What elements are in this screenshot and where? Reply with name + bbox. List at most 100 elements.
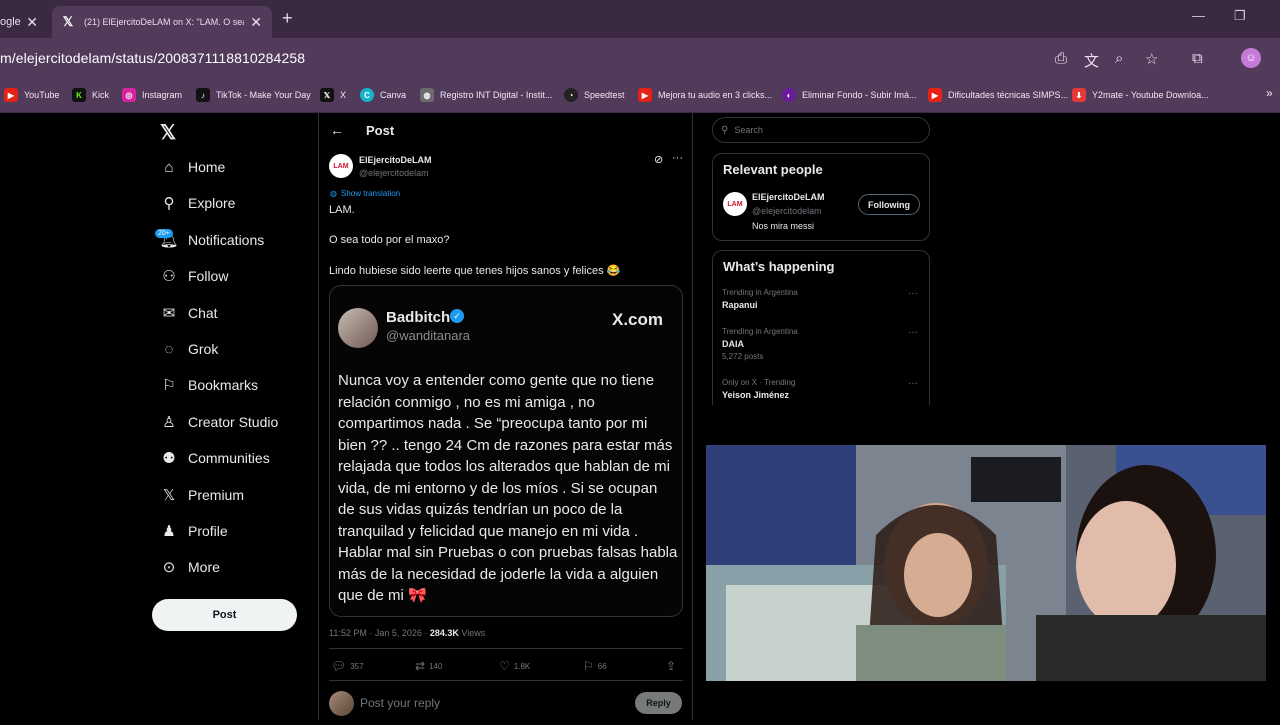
more-bookmarks-icon[interactable]: » xyxy=(1266,86,1273,100)
youtube-icon: ▶ xyxy=(638,88,652,102)
post-header: ← Post xyxy=(330,122,394,138)
quoted-name: Badbitch xyxy=(386,309,451,326)
trend-context: Trending in Argentina xyxy=(722,327,798,336)
bookmark-tiktok[interactable]: ♪ TikTok - Make Your Day xyxy=(196,88,311,102)
section-title: What’s happening xyxy=(723,259,835,274)
author-avatar[interactable]: LAM xyxy=(329,154,353,178)
notification-badge: 20+ xyxy=(155,229,173,238)
grok-icon[interactable]: ⊘ xyxy=(654,153,663,166)
nav-more[interactable]: ⊙ More xyxy=(160,558,220,576)
nav-creator-studio[interactable]: ♙ Creator Studio xyxy=(160,413,278,431)
home-icon: ⌂ xyxy=(164,158,174,176)
rp-name[interactable]: ElEjercitoDeLAM xyxy=(752,192,825,202)
trend-name[interactable]: DAIA xyxy=(722,339,744,349)
following-button[interactable]: Following xyxy=(858,194,920,215)
download-icon: ⬇ xyxy=(1072,88,1086,102)
webcam-overlay xyxy=(706,405,1280,720)
profile-avatar-icon[interactable]: ☺ xyxy=(1241,48,1261,68)
bookmark-eliminar-fondo[interactable]: ◐ Eliminar Fondo - Subir Imá... xyxy=(782,88,917,102)
bookmark-icon: ⚐ xyxy=(162,377,176,394)
close-icon[interactable]: ✕ xyxy=(26,14,38,31)
user-avatar[interactable] xyxy=(329,691,354,716)
nav-explore[interactable]: ⚲ Explore xyxy=(160,194,236,212)
nav-notifications[interactable]: 🔔︎ Notifications xyxy=(159,231,264,249)
trend-name[interactable]: Rapanui xyxy=(722,300,758,310)
search-input[interactable]: ⚲ Search xyxy=(712,117,930,143)
url-field[interactable]: m/elejercitodelam/status/200837111881028… xyxy=(0,50,305,66)
bookmark-registro[interactable]: ◍ Registro INT Digital - Instit... xyxy=(420,88,552,102)
back-arrow-icon[interactable]: ← xyxy=(330,122,344,138)
youtube-icon: ▶ xyxy=(4,88,18,102)
trend-context: Trending in Argentina xyxy=(722,288,798,297)
nav-bookmarks[interactable]: ⚐ Bookmarks xyxy=(160,376,258,394)
youtube-icon: ▶ xyxy=(928,88,942,102)
profile-icon: ♟ xyxy=(162,523,176,540)
nav-follow[interactable]: ⚇ Follow xyxy=(160,267,228,285)
restore-icon[interactable]: ❐ xyxy=(1234,8,1246,24)
add-user-icon: ⚇ xyxy=(162,268,176,285)
post-text-line: O sea todo por el maxo? xyxy=(329,234,450,246)
post-button[interactable]: Post xyxy=(152,599,297,631)
kick-icon: K xyxy=(72,88,86,102)
nav-grok[interactable]: ◌ Grok xyxy=(160,340,219,358)
bookmark-y2mate[interactable]: ⬇ Y2mate - Youtube Downloa... xyxy=(1072,88,1209,102)
repost-icon: ⇄ xyxy=(415,659,426,673)
minimize-icon[interactable]: — xyxy=(1192,8,1205,23)
bookmark-instagram[interactable]: ◎ Instagram xyxy=(122,88,182,102)
author-name[interactable]: ElEjercitoDeLAM xyxy=(359,155,432,165)
nav-chat[interactable]: ✉ Chat xyxy=(160,304,218,322)
extensions-icon[interactable]: ⧉ xyxy=(1192,50,1203,67)
trend-name[interactable]: Yeison Jiménez xyxy=(722,390,789,400)
quoted-image[interactable]: Badbitch ✓ @wanditanara X.com Nunca voy … xyxy=(329,285,683,617)
tab-google[interactable]: ogle ✕ xyxy=(0,6,46,38)
close-icon[interactable]: ✕ xyxy=(250,14,262,31)
zoom-icon[interactable]: ⌕ xyxy=(1115,50,1123,67)
share-button[interactable]: ⇪ xyxy=(666,659,680,673)
install-icon[interactable]: ⎙ xyxy=(1055,50,1067,67)
bookmark-button[interactable]: ⚐ 66 xyxy=(583,659,607,673)
post-text-line: Lindo hubiese sido leerte que tenes hijo… xyxy=(329,265,621,277)
tab-active[interactable]: 𝕏 (21) ElEjercitoDeLAM on X: "LAM. O sea… xyxy=(52,6,272,38)
more-options-icon[interactable]: ··· xyxy=(672,152,683,164)
tiktok-icon: ♪ xyxy=(196,88,210,102)
section-title: Relevant people xyxy=(723,162,823,177)
speedtest-icon: ◔ xyxy=(564,88,578,102)
bookmark-canva[interactable]: C Canva xyxy=(360,88,406,102)
bookmark-audio[interactable]: ▶ Mejora tu audio en 3 clicks... xyxy=(638,88,772,102)
more-options-icon[interactable]: ··· xyxy=(908,378,918,389)
bookmark-youtube[interactable]: ▶ YouTube xyxy=(4,88,59,102)
nav-profile[interactable]: ♟ Profile xyxy=(160,522,227,540)
repost-button[interactable]: ⇄ 140 xyxy=(415,659,442,673)
show-translation-link[interactable]: ◍ Show translation xyxy=(330,189,400,198)
bookmarks-bar: ▶ YouTube K Kick ◎ Instagram ♪ TikTok - Make… xyxy=(0,80,1280,113)
like-button[interactable]: ♡ 1.8K xyxy=(499,659,530,673)
more-options-icon[interactable]: ··· xyxy=(908,327,918,338)
bookmark-x[interactable]: 𝕏X xyxy=(320,88,346,102)
share-icon: ⇪ xyxy=(666,659,677,673)
reply-button[interactable]: 💬︎ 357 xyxy=(331,659,364,673)
new-tab-icon[interactable]: + xyxy=(282,8,293,29)
webcam-video xyxy=(706,405,1280,720)
bookmark-kick[interactable]: K Kick xyxy=(72,88,109,102)
bookmark-icon: ⚐ xyxy=(583,659,594,673)
nav-home[interactable]: ⌂ Home xyxy=(160,158,225,176)
quoted-text: Nunca voy a entender como gente que no t… xyxy=(338,372,678,604)
rp-bio: Nos mira messi xyxy=(752,221,815,231)
reply-submit-button[interactable]: Reply xyxy=(635,692,682,714)
grok-icon: ◌ xyxy=(164,340,174,358)
star-icon[interactable]: ☆ xyxy=(1145,50,1158,68)
nav-communities[interactable]: ⚉ Communities xyxy=(160,449,269,467)
more-circle-icon: ⊙ xyxy=(162,559,176,576)
nav-premium[interactable]: 𝕏 Premium xyxy=(160,486,244,504)
rp-avatar[interactable]: LAM xyxy=(723,192,747,216)
x-logo-icon[interactable]: 𝕏 xyxy=(160,120,176,145)
reply-input[interactable]: Post your reply xyxy=(360,696,440,710)
translate-icon[interactable]: 文 xyxy=(1084,50,1099,71)
x-logo-icon: 𝕏 xyxy=(62,14,74,29)
rp-handle[interactable]: @elejercitodelam xyxy=(752,206,822,216)
bookmark-simps[interactable]: ▶ Dificultades técnicas SIMPS... xyxy=(928,88,1068,102)
author-handle[interactable]: @elejercitodelam xyxy=(359,168,429,178)
more-options-icon[interactable]: ··· xyxy=(908,288,918,299)
brand-watermark: X.com xyxy=(612,310,664,329)
bookmark-speedtest[interactable]: ◔ Speedtest xyxy=(564,88,625,102)
